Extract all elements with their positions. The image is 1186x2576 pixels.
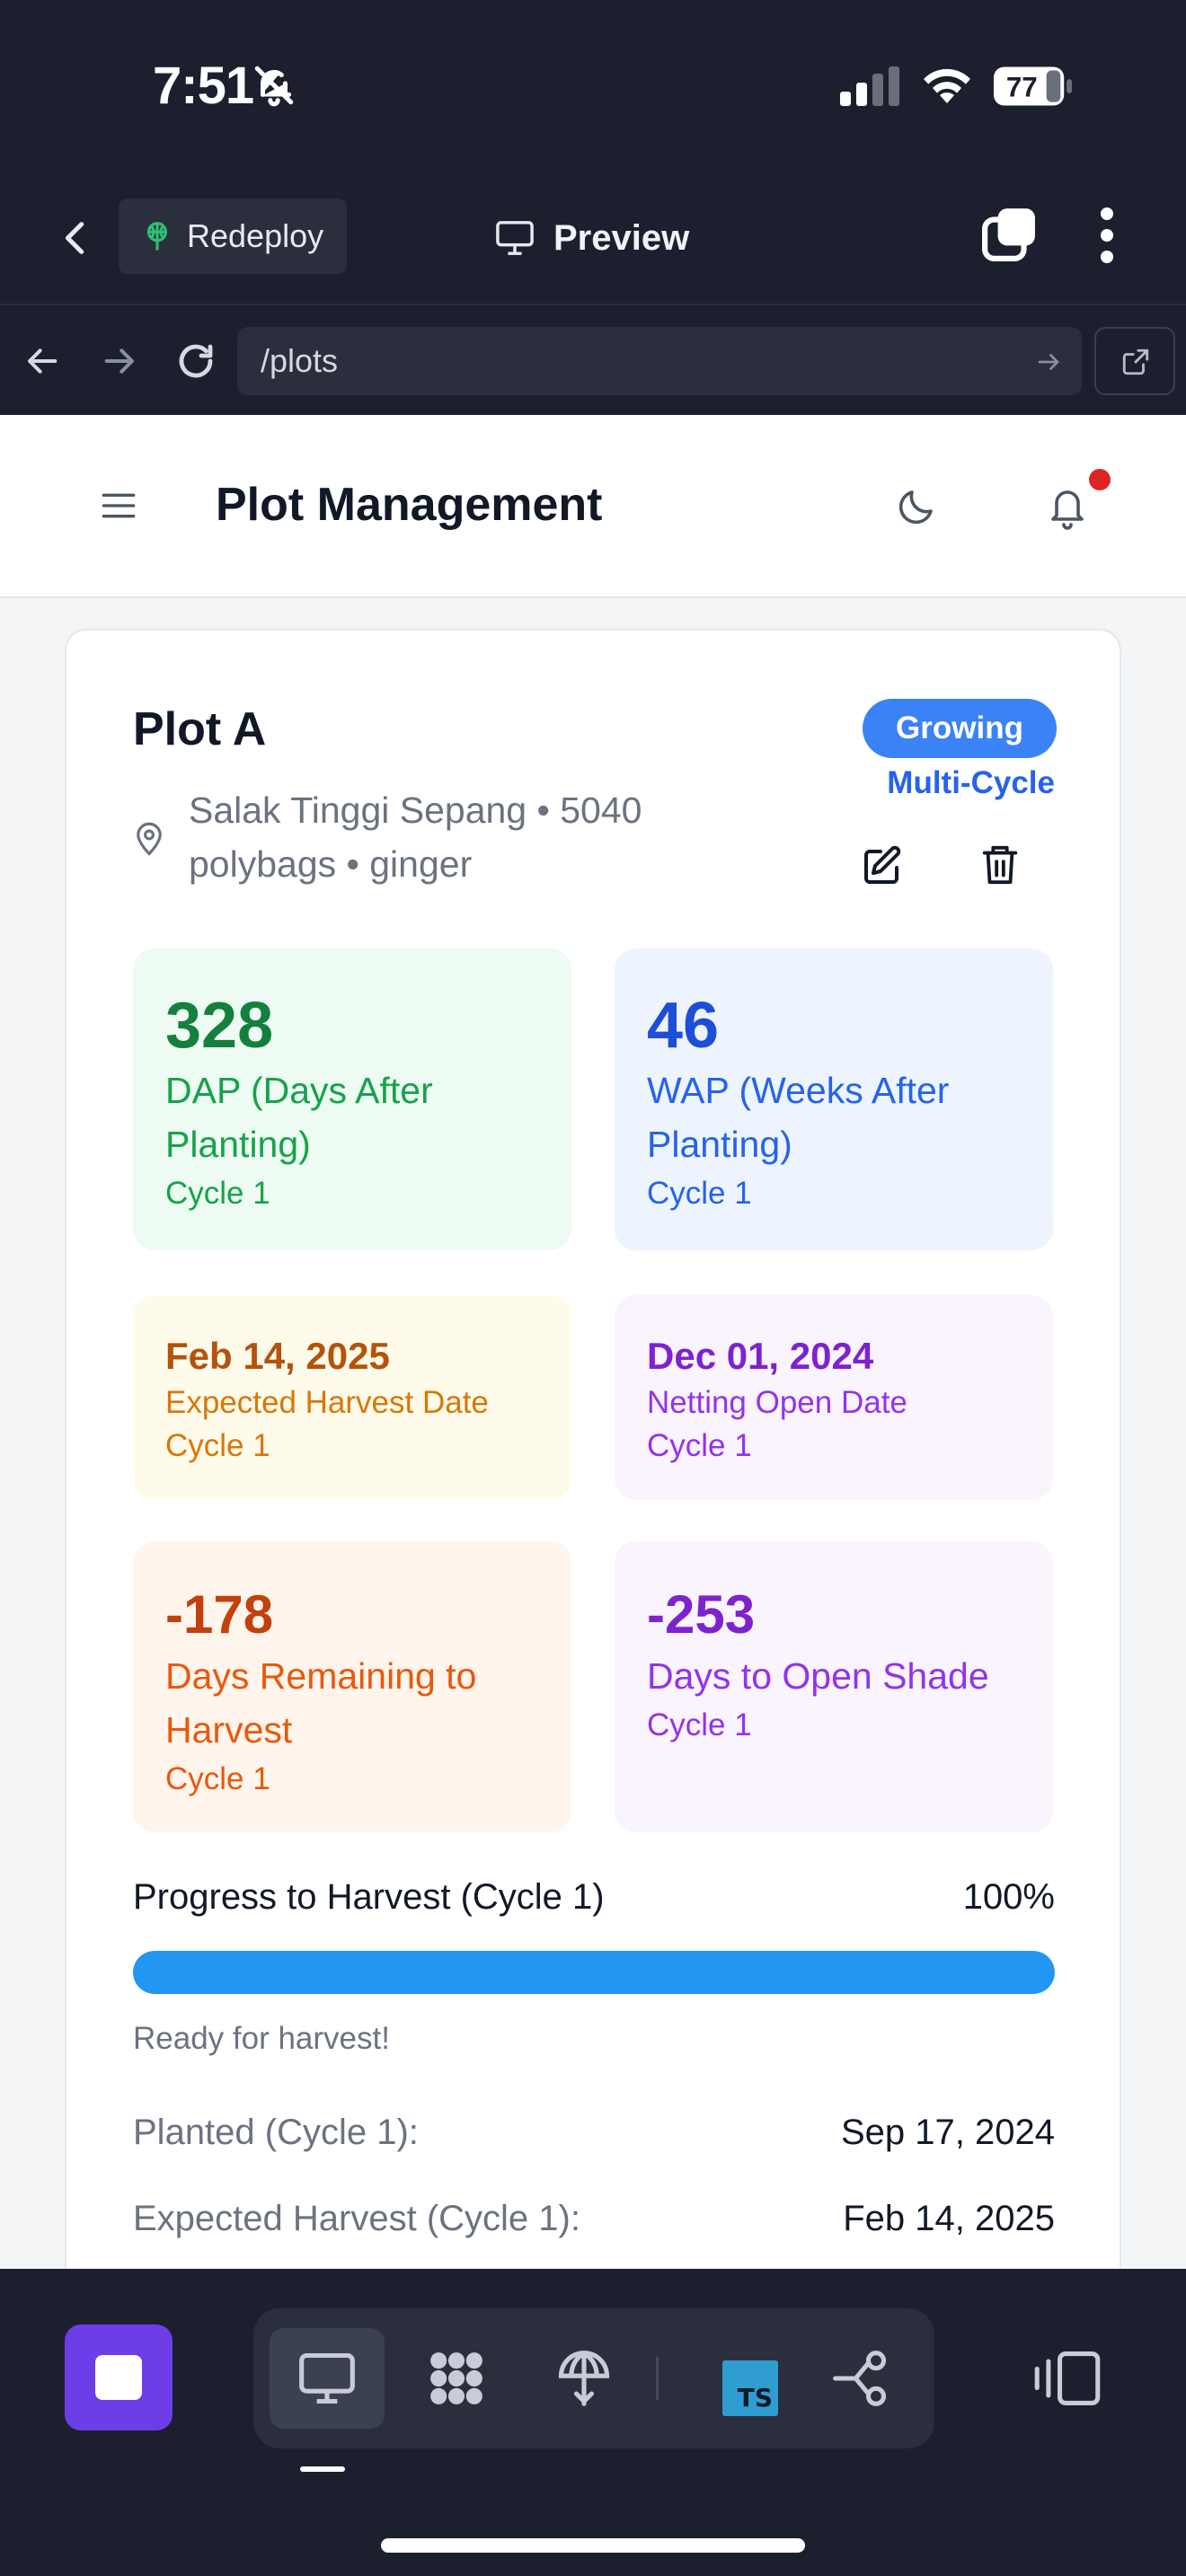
side-panel-icon[interactable]	[1033, 2348, 1102, 2409]
toolbar-divider	[656, 2357, 659, 2400]
tool-typescript[interactable]: TS	[683, 2328, 798, 2429]
status-time: 7:51	[153, 57, 254, 115]
wap-cycle: Cycle 1	[647, 1176, 752, 1211]
edit-icon[interactable]	[861, 844, 904, 887]
netting-date-label: Netting Open Date	[647, 1385, 907, 1420]
wifi-icon	[924, 68, 970, 103]
battery-icon: 77	[992, 65, 1073, 108]
expected-harvest-value: Feb 14, 2025	[843, 2199, 1055, 2238]
dap-label-1: DAP (Days After	[165, 1070, 433, 1111]
status-bar: 7:51 77	[0, 0, 1186, 171]
days-remaining-label-2: Harvest	[165, 1709, 293, 1751]
netting-date-value: Dec 01, 2024	[647, 1335, 874, 1377]
cellular-signal-icon	[840, 66, 899, 106]
preview-label: Preview	[553, 217, 690, 258]
git-branch-icon	[833, 2351, 887, 2406]
plot-meta-line1: Salak Tinggi Sepang • 5040	[189, 790, 642, 831]
stop-button[interactable]	[65, 2325, 173, 2430]
expected-harvest-label: Expected Harvest (Cycle 1):	[133, 2199, 580, 2238]
redeploy-label: Redeploy	[187, 217, 324, 254]
harvest-date-value: Feb 14, 2025	[165, 1335, 390, 1377]
days-remaining-value: -178	[165, 1584, 274, 1645]
dap-value: 328	[165, 990, 274, 1062]
packages-icon	[430, 2352, 482, 2404]
deploy-icon	[146, 222, 168, 251]
stat-dap: 328 DAP (Days After Planting) Cycle 1	[133, 948, 571, 1250]
bell-off-icon	[254, 66, 294, 107]
cycle-type-label: Multi-Cycle	[887, 765, 1055, 800]
progress-label: Progress to Harvest (Cycle 1)	[133, 1877, 605, 1917]
webview: Plot Management Plot A Salak Tinggi Sepa…	[0, 415, 1186, 2269]
app-header: Plot Management	[0, 415, 1186, 598]
status-badge: Growing	[863, 699, 1057, 758]
progress-bar	[133, 1951, 1055, 1994]
wap-label-2: Planting)	[647, 1124, 792, 1165]
reload-icon[interactable]	[174, 340, 217, 383]
days-shade-value: -253	[647, 1584, 756, 1645]
tool-preview[interactable]	[270, 2328, 385, 2429]
dap-cycle: Cycle 1	[165, 1176, 270, 1211]
planted-value: Sep 17, 2024	[841, 2113, 1055, 2152]
monitor-icon	[496, 221, 534, 255]
url-bar: /plots	[0, 307, 1186, 415]
dap-label-2: Planting)	[165, 1124, 311, 1165]
wap-value: 46	[647, 990, 720, 1062]
replit-app-bar: Redeploy Preview	[0, 171, 1186, 305]
tool-packages[interactable]	[399, 2328, 514, 2429]
battery-level: 77	[1006, 72, 1038, 103]
url-input[interactable]: /plots	[237, 327, 1082, 395]
active-tool-indicator	[300, 2466, 345, 2472]
notification-dot	[1089, 469, 1111, 490]
preview-tab[interactable]: Preview	[494, 207, 689, 269]
wap-label-1: WAP (Weeks After	[647, 1070, 950, 1111]
plot-card: Plot A Salak Tinggi Sepang • 5040 polyba…	[65, 629, 1121, 2269]
url-text: /plots	[261, 342, 339, 379]
plot-meta-line2: polybags • ginger	[189, 843, 473, 885]
stat-expected-harvest: Feb 14, 2025 Expected Harvest Date Cycle…	[133, 1295, 571, 1500]
bottom-toolbar: TS	[0, 2269, 1186, 2576]
notifications-icon[interactable]	[1046, 483, 1089, 530]
deploy-icon	[558, 2351, 610, 2406]
stat-netting-open: Dec 01, 2024 Netting Open Date Cycle 1	[615, 1295, 1053, 1500]
tabs-icon[interactable]	[981, 207, 1037, 262]
progress-percent: 100%	[962, 1877, 1055, 1917]
external-link-icon	[1122, 348, 1149, 375]
stat-days-to-open-shade: -253 Days to Open Shade Cycle 1	[615, 1541, 1053, 1832]
stat-wap: 46 WAP (Weeks After Planting) Cycle 1	[615, 948, 1053, 1250]
go-arrow-icon[interactable]	[1035, 348, 1062, 375]
days-shade-cycle: Cycle 1	[647, 1707, 752, 1742]
open-external-button[interactable]	[1094, 327, 1175, 395]
dark-mode-icon[interactable]	[895, 485, 938, 528]
netting-date-cycle: Cycle 1	[647, 1428, 752, 1463]
typescript-icon: TS	[722, 2360, 778, 2416]
harvest-date-cycle: Cycle 1	[165, 1428, 270, 1463]
page-title: Plot Management	[216, 479, 603, 531]
tool-git[interactable]	[803, 2328, 918, 2429]
location-pin-icon	[137, 822, 162, 856]
home-indicator	[381, 2538, 805, 2553]
plot-meta: Salak Tinggi Sepang • 5040 polybags • gi…	[189, 783, 764, 891]
harvest-date-label: Expected Harvest Date	[165, 1385, 489, 1420]
plot-name: Plot A	[133, 703, 267, 755]
back-chevron-icon[interactable]	[56, 216, 97, 260]
nav-back-icon[interactable]	[25, 343, 61, 379]
stop-icon	[95, 2355, 142, 2400]
redeploy-button[interactable]: Redeploy	[119, 198, 347, 274]
progress-message: Ready for harvest!	[133, 2021, 390, 2056]
planted-label: Planted (Cycle 1):	[133, 2113, 419, 2152]
days-shade-label: Days to Open Shade	[647, 1655, 989, 1697]
delete-icon[interactable]	[979, 842, 1021, 887]
monitor-icon	[299, 2352, 355, 2404]
progress-bar-fill	[133, 1951, 1055, 1994]
days-remaining-label-1: Days Remaining to	[165, 1655, 477, 1697]
more-options-icon[interactable]	[1089, 207, 1125, 264]
tool-group: TS	[253, 2308, 934, 2448]
tool-deployments[interactable]	[527, 2328, 642, 2429]
stat-days-remaining: -178 Days Remaining to Harvest Cycle 1	[133, 1541, 571, 1832]
days-remaining-cycle: Cycle 1	[165, 1761, 270, 1796]
nav-forward-icon[interactable]	[101, 343, 137, 379]
menu-icon[interactable]	[101, 490, 137, 521]
